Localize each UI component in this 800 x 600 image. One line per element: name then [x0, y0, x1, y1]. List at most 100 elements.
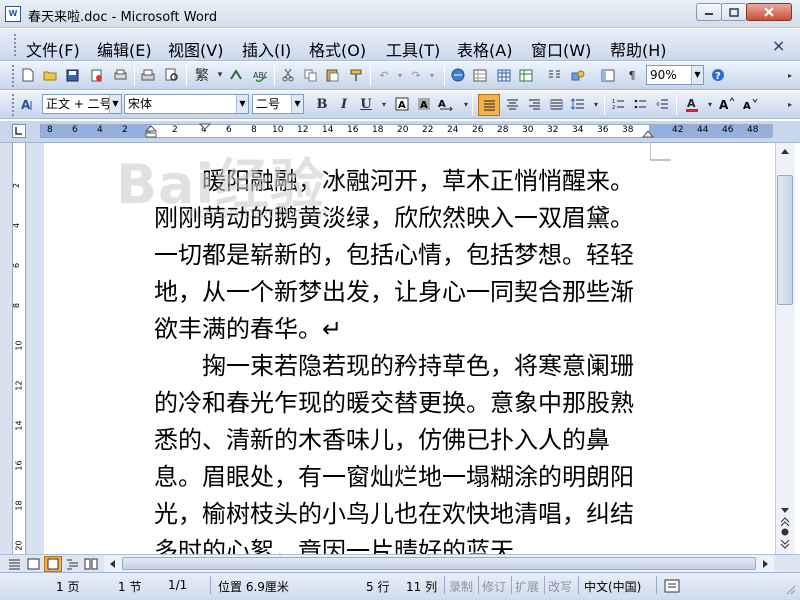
insert-hyperlink-icon[interactable]: [450, 67, 466, 83]
distributed-align-icon[interactable]: [548, 96, 564, 112]
menu-grip-handle[interactable]: [14, 34, 18, 56]
toolbar-options-icon[interactable]: ▸: [782, 67, 798, 83]
menu-file[interactable]: 文件(F): [26, 37, 80, 61]
left-indent-marker-icon[interactable]: [145, 123, 157, 139]
show-formatting-marks-icon[interactable]: ¶: [624, 67, 640, 83]
dropdown-arrow-icon[interactable]: ▾: [212, 67, 228, 83]
first-line-indent-marker-icon[interactable]: [199, 123, 211, 131]
align-right-icon[interactable]: [526, 96, 542, 112]
character-border-icon[interactable]: A: [394, 96, 410, 112]
insert-table-icon[interactable]: [496, 67, 512, 83]
line-spacing-dropdown-icon[interactable]: ▾: [588, 96, 604, 112]
print-preview-document-icon[interactable]: [112, 67, 128, 83]
print-preview-icon[interactable]: [164, 67, 180, 83]
font-size-dropdown-arrow-icon[interactable]: ▼: [291, 95, 303, 113]
previous-page-icon[interactable]: [779, 517, 791, 527]
paragraph-2[interactable]: 掬一束若隐若现的矜持草色，将寒意阑珊的冷和春光乍现的暖交替更换。意象中那股熟悉的…: [154, 348, 654, 554]
font-color-icon[interactable]: A: [684, 96, 700, 112]
menu-edit[interactable]: 编辑(E): [97, 37, 152, 61]
traditional-chinese-icon[interactable]: 繁: [192, 67, 212, 84]
format-painter-icon[interactable]: [348, 67, 364, 83]
print-icon[interactable]: [140, 67, 156, 83]
redo-dropdown-icon[interactable]: ▾: [424, 67, 440, 83]
undo-icon[interactable]: ↶: [376, 67, 392, 83]
menu-view[interactable]: 视图(V): [168, 37, 223, 61]
menu-insert[interactable]: 插入(I): [242, 37, 291, 61]
underline-button[interactable]: U: [358, 96, 374, 112]
drawing-icon[interactable]: [570, 67, 586, 83]
minimize-button[interactable]: [696, 3, 722, 21]
status-overtype[interactable]: 改写: [548, 578, 572, 595]
menu-window[interactable]: 窗口(W): [531, 37, 591, 61]
redo-icon[interactable]: ↷: [408, 67, 424, 83]
save-icon[interactable]: [64, 67, 80, 83]
resize-grip-icon[interactable]: [784, 583, 796, 595]
scroll-down-icon[interactable]: [780, 507, 790, 515]
style-combo[interactable]: 正文 + 二号 ▼: [42, 94, 122, 114]
toolbar-options-icon[interactable]: ▸: [782, 96, 798, 112]
horizontal-scrollbar[interactable]: [104, 555, 774, 572]
toolbar-grip[interactable]: [12, 94, 16, 116]
research-icon[interactable]: [228, 67, 244, 83]
cut-icon[interactable]: [280, 67, 296, 83]
permission-icon[interactable]: [88, 67, 104, 83]
font-color-dropdown-icon[interactable]: ▾: [702, 96, 718, 112]
font-dropdown-arrow-icon[interactable]: ▼: [236, 95, 248, 113]
next-page-icon[interactable]: [779, 539, 791, 549]
vertical-scroll-thumb[interactable]: [777, 175, 793, 305]
help-icon[interactable]: ?: [710, 67, 726, 83]
character-shading-icon[interactable]: A: [416, 96, 432, 112]
italic-button[interactable]: I: [336, 96, 352, 112]
maximize-button[interactable]: [721, 3, 747, 21]
print-layout-view-button[interactable]: [44, 556, 62, 572]
bold-button[interactable]: B: [314, 96, 330, 112]
outline-view-icon[interactable]: [66, 558, 80, 570]
open-folder-icon[interactable]: [42, 67, 58, 83]
numbering-icon[interactable]: 12: [610, 96, 626, 112]
underline-dropdown-icon[interactable]: ▾: [376, 96, 392, 112]
grow-font-icon[interactable]: A: [718, 96, 734, 112]
style-dropdown-arrow-icon[interactable]: ▼: [109, 95, 121, 113]
status-record-macro[interactable]: 录制: [449, 578, 473, 595]
align-justify-button[interactable]: [478, 94, 500, 116]
status-language[interactable]: 中文(中国): [584, 578, 641, 595]
word-app-icon[interactable]: W: [5, 6, 21, 22]
menu-table[interactable]: 表格(A): [457, 37, 512, 61]
tab-selector[interactable]: [12, 124, 26, 138]
align-center-icon[interactable]: [504, 96, 520, 112]
font-size-combo[interactable]: 二号 ▼: [252, 94, 304, 114]
insert-excel-icon[interactable]: [518, 67, 534, 83]
zoom-dropdown-arrow-icon[interactable]: ▼: [691, 66, 703, 84]
spelling-check-icon[interactable]: ABC: [252, 67, 268, 83]
right-indent-marker-icon[interactable]: [642, 127, 654, 139]
close-window-button[interactable]: [746, 3, 792, 21]
select-browse-object-icon[interactable]: [780, 527, 790, 537]
menu-format[interactable]: 格式(O): [309, 37, 366, 61]
styles-formatting-icon[interactable]: A: [20, 96, 36, 112]
bullets-icon[interactable]: [632, 96, 648, 112]
tables-borders-icon[interactable]: [472, 67, 488, 83]
shrink-font-icon[interactable]: A: [742, 96, 758, 112]
zoom-combo[interactable]: 90% ▼: [646, 65, 704, 85]
toolbar-grip[interactable]: [12, 65, 16, 87]
line-spacing-icon[interactable]: [570, 96, 586, 112]
normal-view-icon[interactable]: [8, 558, 22, 570]
scroll-right-icon[interactable]: [762, 559, 770, 569]
spelling-status-icon[interactable]: [664, 578, 682, 594]
menu-tools[interactable]: 工具(T): [386, 37, 440, 61]
status-track-changes[interactable]: 修订: [482, 578, 506, 595]
web-layout-view-icon[interactable]: [27, 558, 41, 570]
document-close-button[interactable]: ×: [772, 36, 785, 55]
font-combo[interactable]: 宋体 ▼: [124, 94, 249, 114]
paste-icon[interactable]: [324, 67, 340, 83]
horizontal-ruler[interactable]: 8 6 4 2 2 4 6 8 10 12 14 16 18 20 22 24 26 28 30 32 34 36 38 42…: [40, 123, 773, 139]
menu-help[interactable]: 帮助(H): [610, 37, 667, 61]
vertical-scrollbar[interactable]: [775, 143, 795, 554]
reading-layout-view-icon[interactable]: [84, 558, 98, 570]
horizontal-scroll-thumb[interactable]: [122, 557, 756, 570]
character-scaling-icon[interactable]: A: [438, 96, 454, 112]
undo-dropdown-icon[interactable]: ▾: [392, 67, 408, 83]
new-document-icon[interactable]: [20, 67, 36, 83]
document-map-icon[interactable]: [600, 67, 616, 83]
columns-icon[interactable]: [546, 67, 562, 83]
